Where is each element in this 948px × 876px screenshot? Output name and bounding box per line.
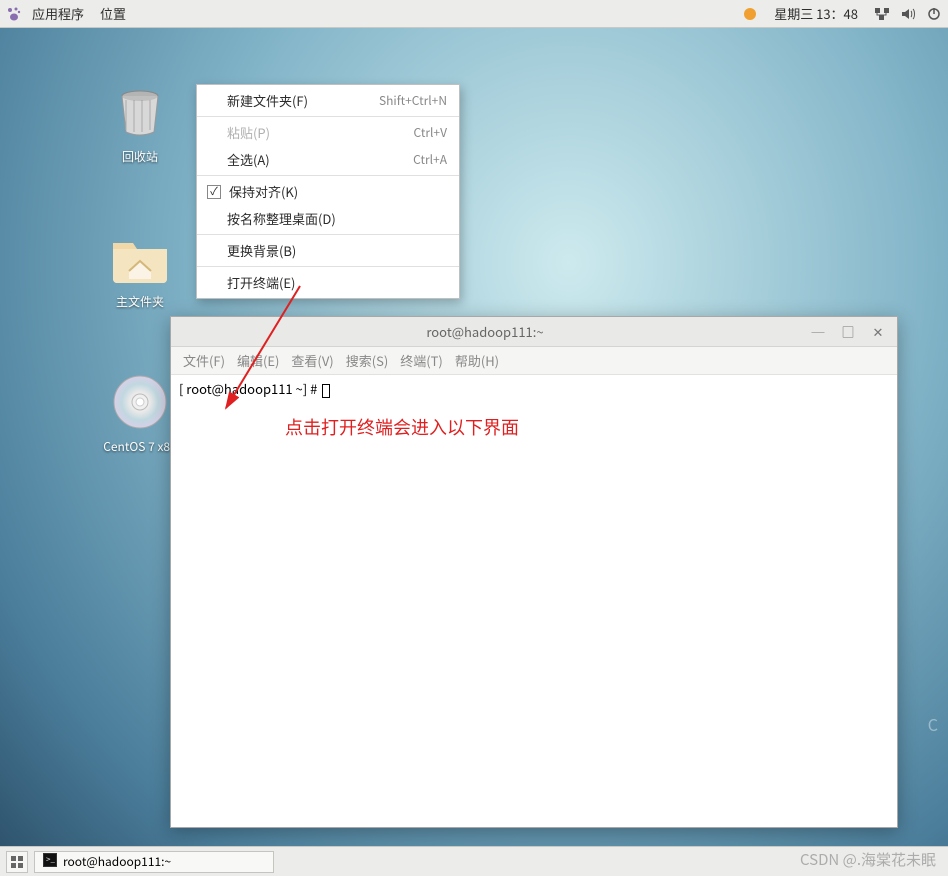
- folder-home-icon: [108, 225, 172, 289]
- terminal-body[interactable]: [ root@hadoop111 ~] #: [171, 375, 897, 827]
- home-label: 主文件夹: [85, 293, 195, 310]
- close-button[interactable]: ✕: [871, 322, 885, 341]
- menu-open-terminal-label: 打开终端(E): [205, 273, 447, 292]
- input-lang-indicator: C: [928, 712, 938, 736]
- terminal-titlebar[interactable]: root@hadoop111:~ ─ □ ✕: [171, 317, 897, 347]
- menu-organize-label: 按名称整理桌面(D): [205, 209, 447, 228]
- menu-change-background[interactable]: 更换背景(B): [197, 237, 459, 264]
- power-icon[interactable]: [926, 6, 942, 22]
- menu-change-bg-label: 更换背景(B): [205, 241, 447, 260]
- taskbar-terminal[interactable]: >_ root@hadoop111:~: [34, 851, 274, 873]
- menu-select-all-label: 全选(A): [205, 150, 407, 169]
- menu-separator: [197, 175, 459, 176]
- weather-icon[interactable]: [742, 6, 758, 22]
- terminal-cursor: [322, 384, 330, 398]
- menu-keep-aligned[interactable]: 保持对齐(K): [197, 178, 459, 205]
- menu-paste-label: 粘贴(P): [205, 123, 408, 142]
- trash-icon: [108, 80, 172, 144]
- menu-keep-aligned-label: 保持对齐(K): [227, 182, 447, 201]
- menu-select-all[interactable]: 全选(A) Ctrl+A: [197, 146, 459, 173]
- top-panel: 应用程序 位置 星期三 13：48: [0, 0, 948, 28]
- applications-menu[interactable]: 应用程序: [26, 4, 90, 23]
- menu-paste-shortcut: Ctrl+V: [414, 124, 447, 141]
- terminal-prompt: [ root@hadoop111 ~] #: [179, 379, 320, 398]
- menu-new-folder[interactable]: 新建文件夹(F) Shift+Ctrl+N: [197, 87, 459, 114]
- gnome-foot-icon: [6, 6, 22, 22]
- minimize-button[interactable]: ─: [811, 322, 825, 341]
- svg-text:>_: >_: [46, 854, 55, 865]
- terminal-title: root@hadoop111:~: [171, 322, 799, 341]
- bottom-panel: >_ root@hadoop111:~: [0, 846, 948, 876]
- menu-separator: [197, 116, 459, 117]
- menu-search[interactable]: 搜索(S): [342, 351, 393, 370]
- places-menu[interactable]: 位置: [94, 4, 132, 23]
- clock[interactable]: 星期三 13：48: [768, 4, 864, 23]
- menu-select-all-shortcut: Ctrl+A: [413, 151, 447, 168]
- taskbar-terminal-label: root@hadoop111:~: [63, 853, 171, 870]
- menu-terminal[interactable]: 终端(T): [396, 351, 447, 370]
- menu-organize-by-name[interactable]: 按名称整理桌面(D): [197, 205, 459, 232]
- menu-edit[interactable]: 编辑(E): [233, 351, 283, 370]
- show-desktop-button[interactable]: [6, 851, 28, 873]
- trash-desktop-icon[interactable]: 回收站: [85, 80, 195, 165]
- menu-open-terminal[interactable]: 打开终端(E): [197, 269, 459, 296]
- menu-separator: [197, 266, 459, 267]
- menu-file[interactable]: 文件(F): [179, 351, 229, 370]
- terminal-menubar: 文件(F) 编辑(E) 查看(V) 搜索(S) 终端(T) 帮助(H): [171, 347, 897, 375]
- volume-icon[interactable]: [900, 6, 916, 22]
- menu-new-folder-shortcut: Shift+Ctrl+N: [379, 92, 447, 109]
- terminal-icon: >_: [43, 853, 57, 871]
- home-folder-desktop-icon[interactable]: 主文件夹: [85, 225, 195, 310]
- trash-label: 回收站: [85, 148, 195, 165]
- checkbox-checked-icon: [207, 185, 221, 199]
- menu-view[interactable]: 查看(V): [287, 351, 337, 370]
- network-icon[interactable]: [874, 6, 890, 22]
- menu-paste: 粘贴(P) Ctrl+V: [197, 119, 459, 146]
- maximize-button[interactable]: □: [841, 322, 855, 341]
- cd-icon: [108, 370, 172, 434]
- desktop-context-menu: 新建文件夹(F) Shift+Ctrl+N 粘贴(P) Ctrl+V 全选(A)…: [196, 84, 460, 299]
- menu-help[interactable]: 帮助(H): [451, 351, 503, 370]
- terminal-window: root@hadoop111:~ ─ □ ✕ 文件(F) 编辑(E) 查看(V)…: [170, 316, 898, 828]
- menu-separator: [197, 234, 459, 235]
- menu-new-folder-label: 新建文件夹(F): [205, 91, 373, 110]
